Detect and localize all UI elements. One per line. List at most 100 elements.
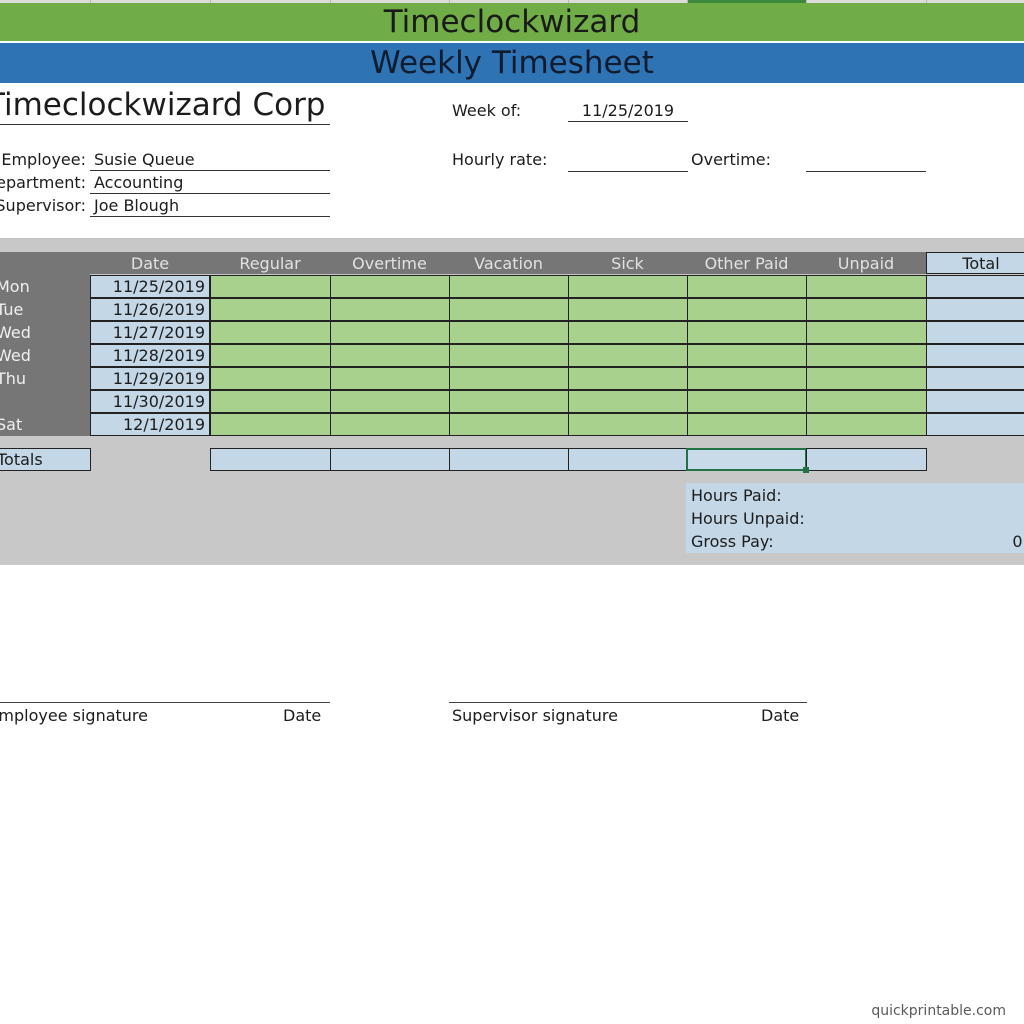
total-sick[interactable] bbox=[568, 448, 688, 471]
day-label: Mon bbox=[0, 277, 30, 296]
col-header-sick: Sick bbox=[611, 254, 644, 273]
hours-unpaid-label: Hours Unpaid: bbox=[691, 509, 805, 528]
hours-entry-cell[interactable] bbox=[449, 390, 569, 413]
date-cell[interactable]: 12/1/2019 bbox=[90, 413, 210, 436]
week-of-field[interactable]: 11/25/2019 bbox=[568, 101, 688, 122]
row-total-cell[interactable] bbox=[926, 344, 1024, 367]
hours-entry-cell[interactable] bbox=[449, 298, 569, 321]
hours-entry-cell[interactable] bbox=[330, 275, 450, 298]
day-label: Wed bbox=[0, 323, 31, 342]
hours-entry-cell[interactable] bbox=[210, 321, 331, 344]
hours-entry-cell[interactable] bbox=[449, 413, 569, 436]
sheet-title-banner: Weekly Timesheet bbox=[0, 43, 1024, 83]
total-unpaid[interactable] bbox=[806, 448, 927, 471]
row-total-cell[interactable] bbox=[926, 413, 1024, 436]
gross-pay-label: Gross Pay: bbox=[691, 532, 774, 551]
col-header-date: Date bbox=[130, 254, 170, 273]
hours-entry-cell[interactable] bbox=[330, 321, 450, 344]
date-cell[interactable]: 11/25/2019 bbox=[90, 275, 210, 298]
department-field[interactable]: Accounting bbox=[90, 173, 330, 194]
hours-entry-cell[interactable] bbox=[330, 413, 450, 436]
total-regular[interactable] bbox=[210, 448, 331, 471]
hours-entry-cell[interactable] bbox=[687, 275, 807, 298]
supervisor-signature-line[interactable] bbox=[449, 702, 807, 703]
supervisor-signature-label: Supervisor signature bbox=[452, 706, 618, 725]
hours-entry-cell[interactable] bbox=[330, 390, 450, 413]
hours-entry-cell[interactable] bbox=[210, 367, 331, 390]
hours-entry-cell[interactable] bbox=[210, 344, 331, 367]
hours-entry-cell[interactable] bbox=[568, 367, 688, 390]
hours-entry-cell[interactable] bbox=[687, 390, 807, 413]
hours-entry-cell[interactable] bbox=[687, 413, 807, 436]
row-total-cell[interactable] bbox=[926, 298, 1024, 321]
total-overtime[interactable] bbox=[330, 448, 450, 471]
hours-entry-cell[interactable] bbox=[449, 367, 569, 390]
hours-entry-cell[interactable] bbox=[806, 367, 927, 390]
employee-signature-label: Employee signature bbox=[0, 706, 148, 725]
hours-entry-cell[interactable] bbox=[687, 344, 807, 367]
fill-handle[interactable] bbox=[803, 467, 809, 473]
hours-entry-cell[interactable] bbox=[210, 390, 331, 413]
hours-entry-cell[interactable] bbox=[330, 367, 450, 390]
date-cell[interactable]: 11/28/2019 bbox=[90, 344, 210, 367]
col-header-vacation: Vacation bbox=[474, 254, 543, 273]
hours-entry-cell[interactable] bbox=[806, 275, 927, 298]
row-total-cell[interactable] bbox=[926, 367, 1024, 390]
hours-entry-cell[interactable] bbox=[449, 321, 569, 344]
col-header-unpaid: Unpaid bbox=[837, 254, 895, 273]
totals-label: Totals bbox=[0, 448, 91, 471]
col-header-regular: Regular bbox=[239, 254, 301, 273]
hours-entry-cell[interactable] bbox=[210, 298, 331, 321]
hours-entry-cell[interactable] bbox=[806, 413, 927, 436]
hours-entry-cell[interactable] bbox=[330, 344, 450, 367]
date-cell[interactable]: 11/29/2019 bbox=[90, 367, 210, 390]
hours-paid-label: Hours Paid: bbox=[691, 486, 782, 505]
day-label: Sat bbox=[0, 415, 23, 434]
col-header-other-paid: Other Paid bbox=[704, 254, 789, 273]
row-total-cell[interactable] bbox=[926, 390, 1024, 413]
row-total-cell[interactable] bbox=[926, 275, 1024, 298]
overtime-label: Overtime: bbox=[691, 150, 772, 169]
hours-entry-cell[interactable] bbox=[568, 321, 688, 344]
employee-signature-line[interactable] bbox=[0, 702, 330, 703]
hours-entry-cell[interactable] bbox=[568, 275, 688, 298]
day-label: Thu bbox=[0, 369, 27, 388]
employee-field[interactable]: Susie Queue bbox=[90, 150, 330, 171]
hours-entry-cell[interactable] bbox=[806, 344, 927, 367]
hours-entry-cell[interactable] bbox=[568, 413, 688, 436]
total-other-paid-active-cell[interactable] bbox=[686, 448, 807, 471]
day-label: Tue bbox=[0, 300, 24, 319]
hours-entry-cell[interactable] bbox=[687, 321, 807, 344]
overtime-field[interactable] bbox=[806, 150, 926, 172]
week-of-label: Week of: bbox=[452, 101, 522, 120]
supervisor-field[interactable]: Joe Blough bbox=[90, 196, 330, 217]
hours-entry-cell[interactable] bbox=[210, 413, 331, 436]
hours-entry-cell[interactable] bbox=[210, 275, 331, 298]
hours-entry-cell[interactable] bbox=[568, 390, 688, 413]
hours-entry-cell[interactable] bbox=[330, 298, 450, 321]
department-label: Department: bbox=[0, 173, 86, 192]
gross-pay-value: 0.00 bbox=[1012, 532, 1024, 551]
hours-entry-cell[interactable] bbox=[687, 367, 807, 390]
col-header-overtime: Overtime bbox=[352, 254, 427, 273]
hours-entry-cell[interactable] bbox=[806, 390, 927, 413]
hours-entry-cell[interactable] bbox=[568, 344, 688, 367]
date-cell[interactable]: 11/27/2019 bbox=[90, 321, 210, 344]
total-vacation[interactable] bbox=[449, 448, 569, 471]
date-cell[interactable]: 11/26/2019 bbox=[90, 298, 210, 321]
date-cell[interactable]: 11/30/2019 bbox=[90, 390, 210, 413]
supervisor-label: Supervisor: bbox=[0, 196, 86, 215]
hours-entry-cell[interactable] bbox=[449, 344, 569, 367]
watermark: quickprintable.com bbox=[871, 1003, 1006, 1019]
hourly-rate-field[interactable] bbox=[568, 150, 688, 172]
row-total-cell[interactable] bbox=[926, 321, 1024, 344]
supervisor-date-label: Date bbox=[761, 706, 800, 725]
hours-entry-cell[interactable] bbox=[568, 298, 688, 321]
hours-entry-cell[interactable] bbox=[806, 298, 927, 321]
hours-entry-cell[interactable] bbox=[449, 275, 569, 298]
company-name[interactable]: Timeclockwizard Corp bbox=[0, 86, 330, 125]
hours-entry-cell[interactable] bbox=[806, 321, 927, 344]
hourly-rate-label: Hourly rate: bbox=[452, 150, 548, 169]
employee-label: Employee: bbox=[1, 150, 86, 169]
hours-entry-cell[interactable] bbox=[687, 298, 807, 321]
